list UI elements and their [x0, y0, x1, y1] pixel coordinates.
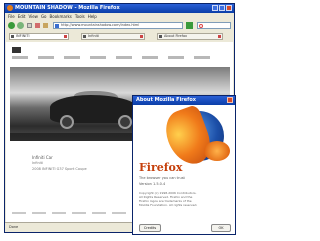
product-tagline: The browser you can trust	[139, 176, 185, 180]
firefox-logo-area	[134, 103, 234, 171]
footer-link[interactable]	[72, 212, 86, 214]
ok-button[interactable]: OK	[211, 224, 231, 232]
site-nav-link[interactable]	[194, 56, 210, 59]
tab-favicon-icon	[83, 35, 86, 38]
browser-titlebar[interactable]: MOUNTAIN SHADOW - Mozilla Firefox	[5, 4, 234, 13]
status-text: Done	[9, 225, 19, 229]
tab-label: Infiniti	[88, 34, 99, 38]
site-nav-link[interactable]	[168, 56, 184, 59]
caption-model: 2008 INFINITI G37 Sport Coupe	[32, 167, 87, 171]
car-wheel	[60, 115, 74, 129]
about-titlebar[interactable]: About Mozilla Firefox	[133, 96, 235, 105]
tab-favicon-icon	[159, 35, 162, 38]
car-wheel	[118, 115, 132, 129]
navigation-toolbar: http://www.mountainshadow.com/index.html	[5, 20, 234, 31]
tab-bar: INFINITI Infiniti About Firefox	[5, 32, 234, 41]
fox-tail-icon	[204, 141, 230, 161]
footer-link[interactable]	[92, 212, 106, 214]
search-icon	[199, 24, 203, 28]
menu-help[interactable]: Help	[88, 13, 97, 20]
menu-bookmarks[interactable]: Bookmarks	[50, 13, 72, 20]
site-nav-link[interactable]	[90, 56, 106, 59]
footer-link[interactable]	[112, 212, 126, 214]
menu-edit[interactable]: Edit	[18, 13, 26, 20]
tab-label: About Firefox	[164, 34, 188, 38]
tab-label: INFINITI	[16, 34, 30, 38]
menubar: File Edit View Go Bookmarks Tools Help	[5, 13, 234, 20]
search-input[interactable]	[197, 22, 231, 29]
url-input[interactable]: http://www.mountainshadow.com/index.html	[53, 22, 183, 29]
about-dialog: About Mozilla Firefox Firefox The browse…	[132, 95, 236, 235]
menu-file[interactable]: File	[8, 13, 15, 20]
tab-favicon-icon	[11, 35, 14, 38]
tab-infiniti[interactable]: INFINITI	[9, 33, 69, 40]
footer-link[interactable]	[52, 212, 66, 214]
tab-close-icon[interactable]	[140, 35, 143, 38]
home-icon[interactable]	[43, 23, 48, 28]
menu-go[interactable]: Go	[41, 13, 47, 20]
caption-subtitle: Infiniti	[32, 161, 43, 165]
url-text: http://www.mountainshadow.com/index.html	[61, 23, 140, 27]
reload-icon[interactable]	[27, 23, 32, 28]
window-title: MOUNTAIN SHADOW - Mozilla Firefox	[15, 5, 120, 11]
product-version: Version 1.5.0.4	[139, 182, 166, 186]
copyright-line: Mozilla Foundation. All rights reserved.	[139, 203, 198, 207]
forward-icon[interactable]	[17, 22, 24, 29]
site-nav-link[interactable]	[142, 56, 158, 59]
firefox-icon	[7, 5, 13, 11]
favicon-icon	[55, 24, 59, 28]
site-nav-link[interactable]	[12, 56, 28, 59]
back-icon[interactable]	[8, 22, 15, 29]
about-title: About Mozilla Firefox	[136, 97, 196, 103]
footer-link[interactable]	[32, 212, 46, 214]
close-icon[interactable]	[227, 97, 233, 103]
maximize-icon[interactable]	[219, 5, 225, 11]
desktop: MOUNTAIN SHADOW - Mozilla Firefox File E…	[0, 0, 241, 241]
tab-about-firefox[interactable]: About Firefox	[157, 33, 223, 40]
minimize-icon[interactable]	[212, 5, 218, 11]
footer-links	[12, 212, 126, 214]
caption-title: Infiniti Car	[32, 155, 53, 160]
menu-tools[interactable]: Tools	[75, 13, 85, 20]
credits-button[interactable]: Credits	[139, 224, 161, 232]
window-controls	[212, 5, 232, 11]
menu-view[interactable]: View	[28, 13, 38, 20]
go-icon[interactable]	[186, 22, 193, 29]
site-navigation	[12, 56, 232, 60]
tab-close-icon[interactable]	[218, 35, 221, 38]
tab-close-icon[interactable]	[64, 35, 67, 38]
stop-icon[interactable]	[35, 23, 40, 28]
site-nav-link[interactable]	[38, 56, 54, 59]
copyright-text: Copyright (c) 1998-2006 Contributors. Al…	[139, 191, 229, 207]
footer-link[interactable]	[12, 212, 26, 214]
close-icon[interactable]	[226, 5, 232, 11]
product-name: Firefox	[139, 161, 183, 174]
tab-infiniti-2[interactable]: Infiniti	[81, 33, 145, 40]
site-logo-icon[interactable]	[12, 47, 21, 53]
site-nav-link[interactable]	[64, 56, 80, 59]
site-nav-link[interactable]	[116, 56, 132, 59]
